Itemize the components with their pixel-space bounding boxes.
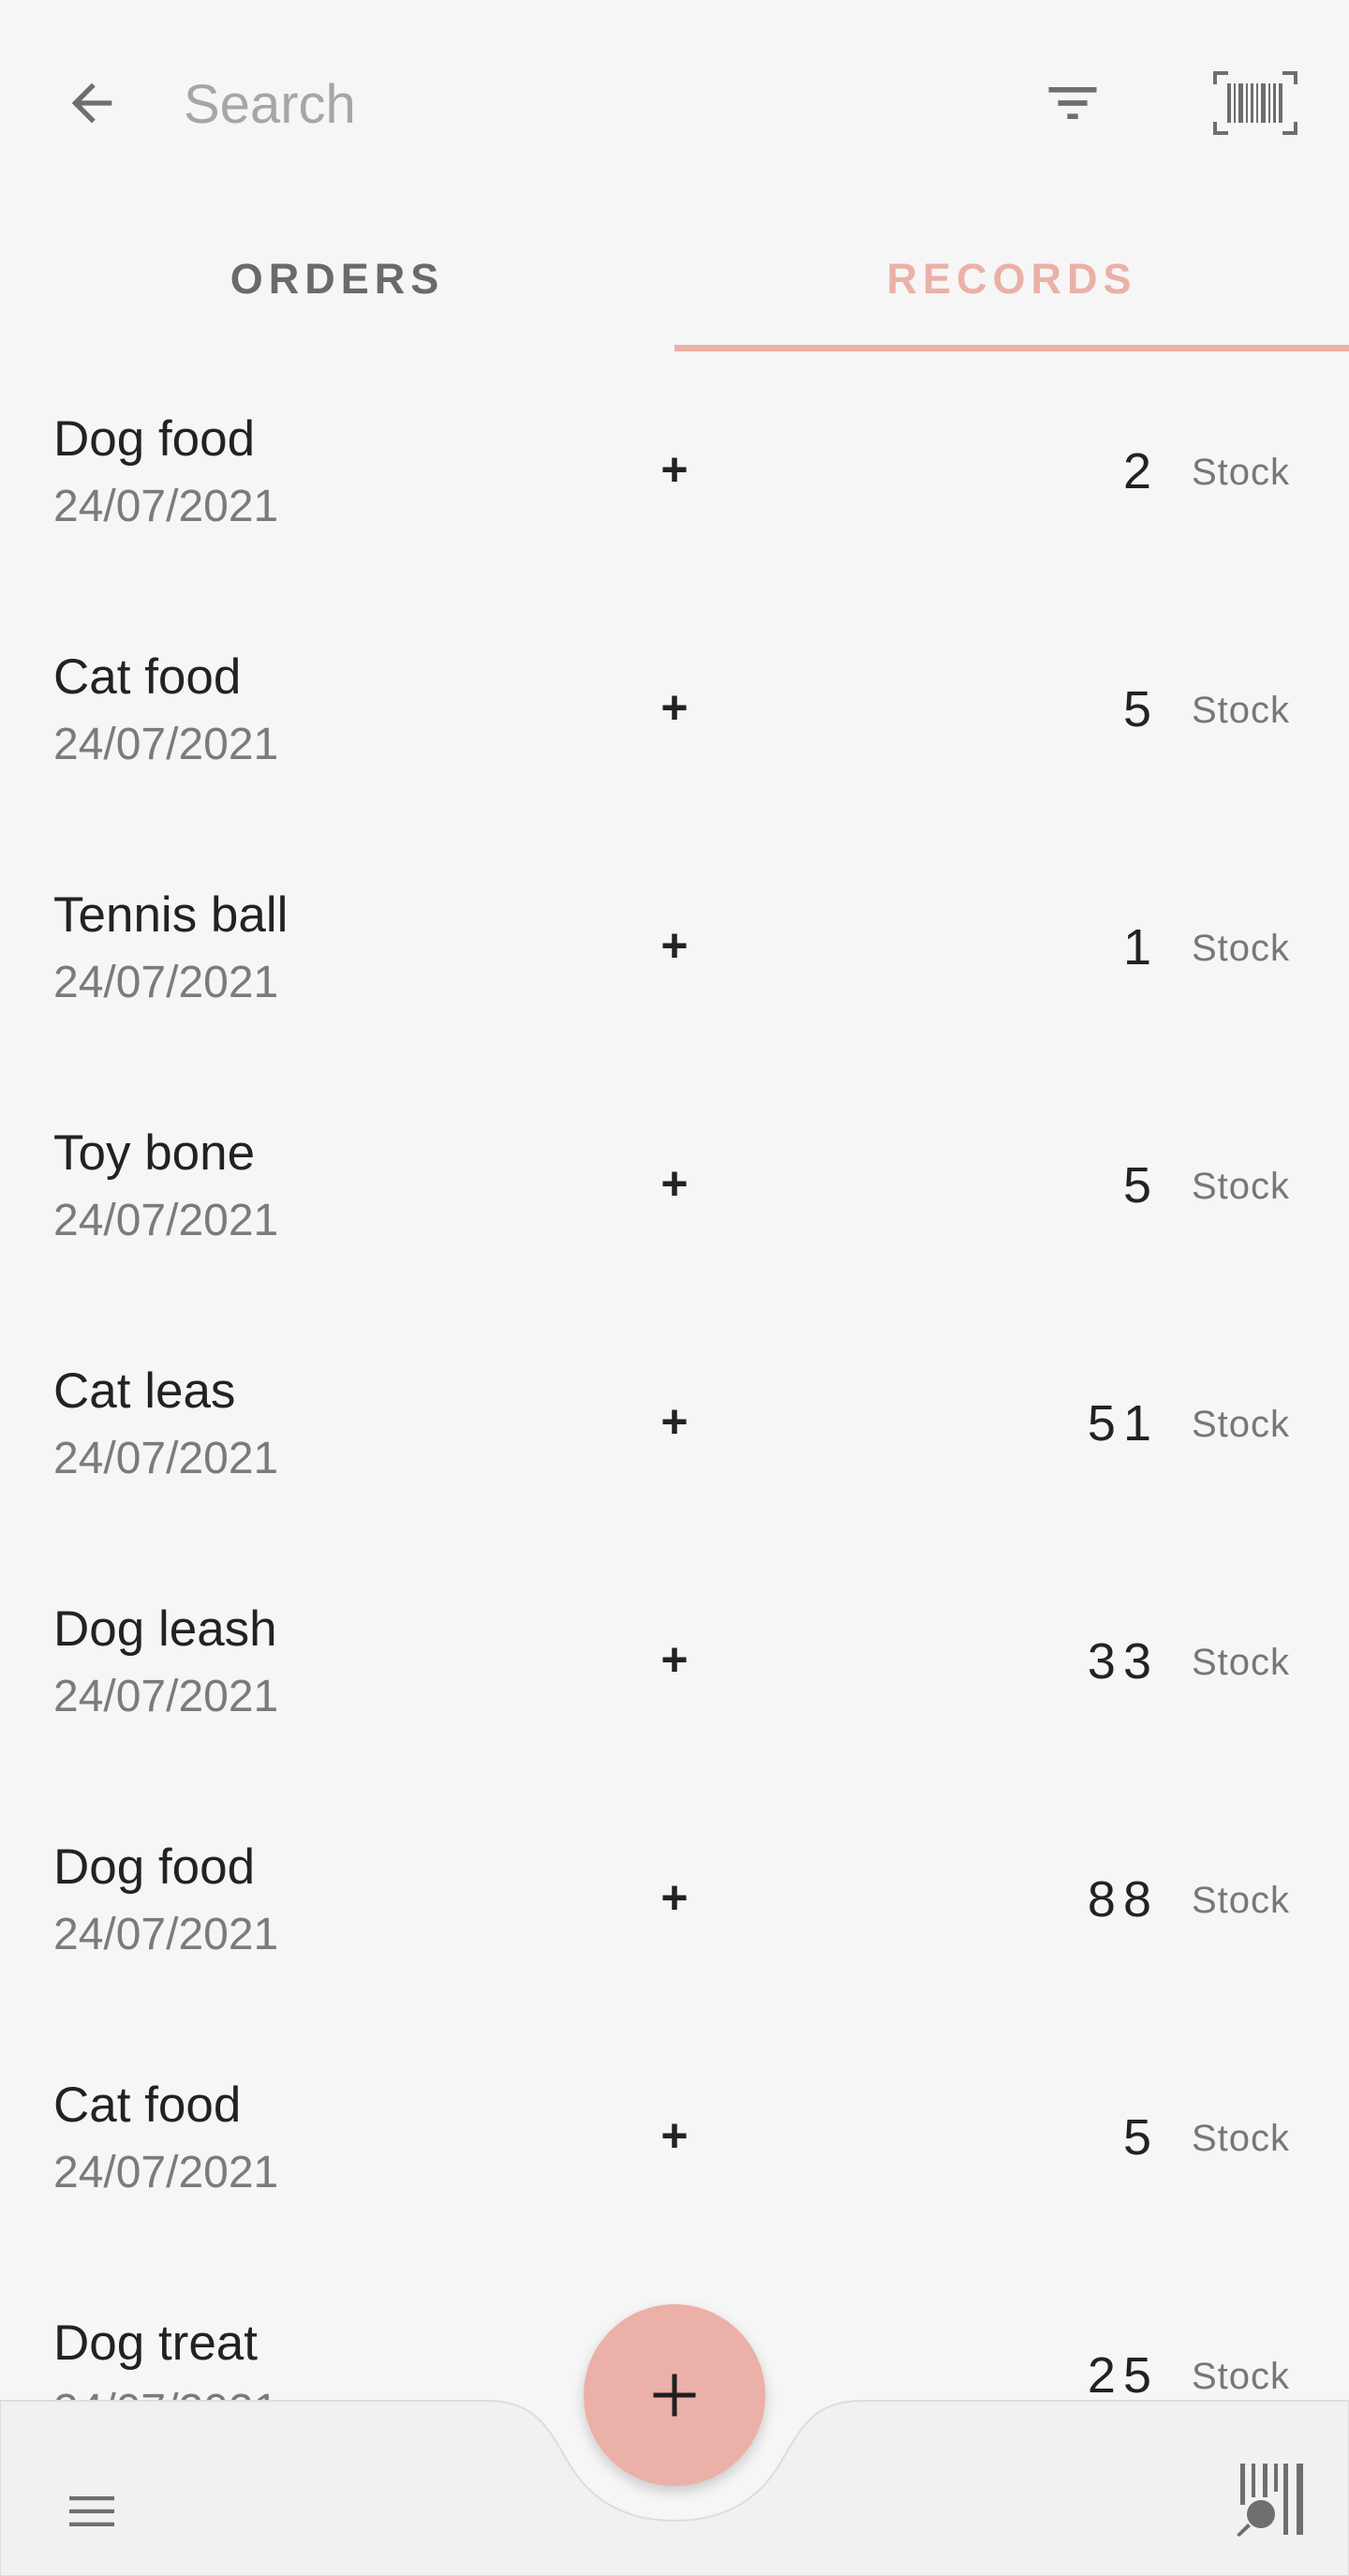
- tab-bar: ORDERS RECORDS: [0, 206, 1349, 352]
- app-root: ORDERS RECORDS Dog food 24/07/2021 +2 Stock…: [0, 0, 1349, 2576]
- record-date: 24/07/2021: [53, 1434, 279, 1483]
- record-quantity: 88: [1087, 1871, 1159, 1928]
- record-unit: Stock: [1192, 1166, 1291, 1207]
- record-row[interactable]: Cat food 24/07/2021 +5 Stock: [0, 590, 1349, 828]
- record-unit: Stock: [1192, 928, 1291, 969]
- barcode-search-button[interactable]: [1227, 2448, 1321, 2551]
- record-change-sign: +: [660, 2109, 689, 2162]
- record-change-sign: +: [660, 919, 689, 972]
- menu-button[interactable]: [54, 2474, 129, 2549]
- record-date: 24/07/2021: [53, 1910, 279, 1959]
- record-name: Dog leash: [53, 1601, 277, 1657]
- arrow-left-icon: [71, 82, 112, 124]
- record-name: Cat leas: [53, 1363, 236, 1419]
- record-date: 24/07/2021: [53, 2148, 279, 2197]
- record-name: Dog treat: [53, 2315, 259, 2371]
- record-name: Cat food: [53, 2077, 242, 2133]
- record-date: 24/07/2021: [53, 1672, 279, 1721]
- record-date: 24/07/2021: [53, 1196, 279, 1245]
- record-unit: Stock: [1192, 1880, 1291, 1921]
- record-name: Cat food: [53, 649, 242, 705]
- record-quantity: 1: [1122, 919, 1159, 975]
- tab-orders[interactable]: ORDERS: [0, 206, 674, 352]
- add-record-button[interactable]: [584, 2304, 765, 2486]
- menu-icon: [69, 2496, 114, 2526]
- barcode-scan-button[interactable]: [1208, 66, 1302, 141]
- record-change-sign: +: [660, 443, 689, 496]
- record-row[interactable]: Dog leash 24/07/2021 +33 Stock: [0, 1542, 1349, 1780]
- record-quantity: 5: [1122, 681, 1159, 737]
- record-unit: Stock: [1192, 452, 1291, 493]
- record-name: Dog food: [53, 411, 256, 467]
- record-quantity: 2: [1122, 443, 1159, 499]
- record-row[interactable]: Dog food 24/07/2021 +88 Stock: [0, 1780, 1349, 2018]
- record-unit: Stock: [1192, 690, 1291, 731]
- record-unit: Stock: [1192, 1642, 1291, 1683]
- barcode-scan-icon: [1213, 71, 1297, 135]
- record-row[interactable]: Cat leas 24/07/2021 +51 Stock: [0, 1304, 1349, 1542]
- record-name: Tennis ball: [53, 887, 289, 943]
- filter-button[interactable]: [1035, 66, 1110, 141]
- back-button[interactable]: [54, 66, 129, 141]
- record-unit: Stock: [1192, 1404, 1291, 1445]
- record-date: 24/07/2021: [53, 720, 279, 769]
- record-name: Toy bone: [53, 1125, 256, 1181]
- record-quantity: 5: [1122, 1157, 1159, 1214]
- records-list: Dog food 24/07/2021 +2 Stock Cat food 24/07/2…: [0, 352, 1349, 2494]
- plus-icon: [653, 2374, 696, 2417]
- tab-records[interactable]: RECORDS: [674, 206, 1349, 352]
- record-unit: Stock: [1192, 2118, 1291, 2159]
- search-input[interactable]: [184, 62, 989, 146]
- record-name: Dog food: [53, 1839, 256, 1895]
- record-quantity: 5: [1122, 2109, 1159, 2166]
- record-quantity: 33: [1087, 1633, 1159, 1690]
- record-change-sign: +: [660, 1157, 689, 1210]
- record-date: 24/07/2021: [53, 482, 279, 531]
- record-row[interactable]: Dog food 24/07/2021 +2 Stock: [0, 352, 1349, 590]
- record-row[interactable]: Tennis ball 24/07/2021 +1 Stock: [0, 828, 1349, 1066]
- record-change-sign: +: [660, 1633, 689, 1686]
- record-date: 24/07/2021: [53, 958, 279, 1007]
- filter-icon: [1048, 87, 1097, 119]
- record-change-sign: +: [660, 1395, 689, 1448]
- record-row[interactable]: Toy bone 24/07/2021 +5 Stock: [0, 1066, 1349, 1304]
- barcode-search-icon: [1237, 2464, 1303, 2537]
- record-change-sign: +: [660, 681, 689, 734]
- active-tab-indicator: [674, 345, 1349, 351]
- search-toolbar: [0, 0, 1349, 206]
- record-change-sign: +: [660, 1871, 689, 1924]
- record-quantity: 51: [1087, 1395, 1159, 1452]
- record-row[interactable]: Cat food 24/07/2021 +5 Stock: [0, 2018, 1349, 2256]
